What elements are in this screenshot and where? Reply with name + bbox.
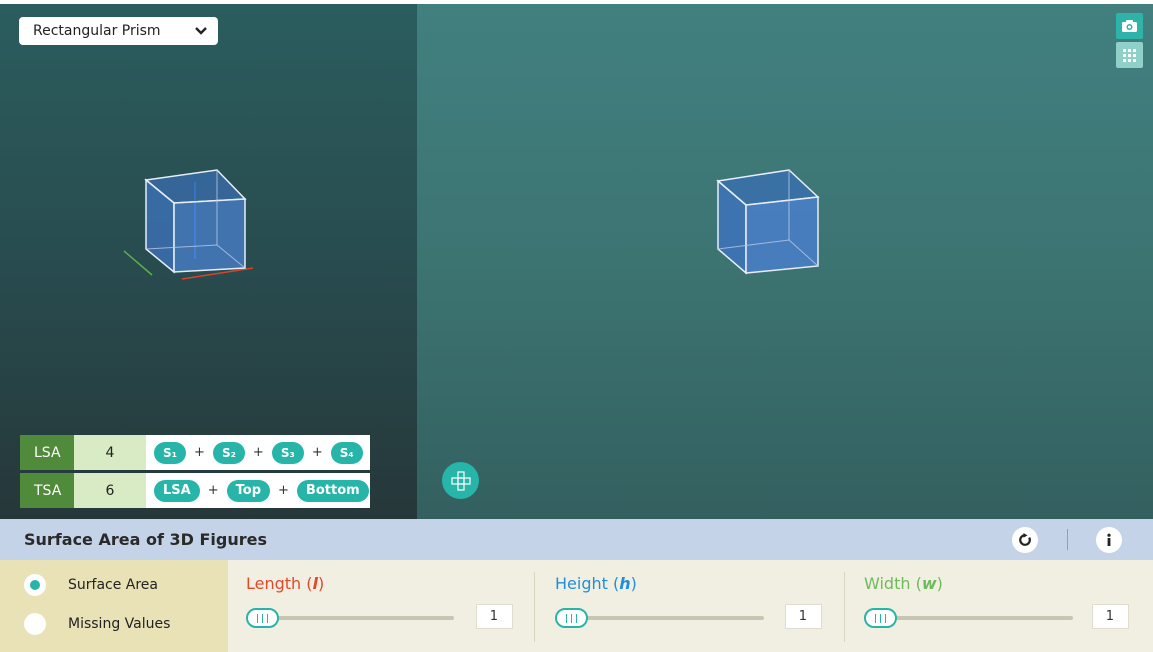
plus-sign: + (311, 445, 323, 460)
width-title: Width (w) (864, 574, 943, 593)
tsa-expression: LSA + Top + Bottom (146, 473, 370, 508)
length-var: l (312, 574, 318, 593)
unfold-net-button[interactable] (442, 462, 479, 499)
camera-icon (1122, 20, 1137, 32)
lsa-formula-row: LSA 4 S₁ + S₂ + S₃ + S₄ (20, 435, 370, 470)
side-s1-pill[interactable]: S₁ (154, 441, 186, 464)
mode-label: Surface Area (68, 577, 159, 593)
info-icon (1107, 533, 1111, 546)
chevron-down-icon (195, 27, 207, 35)
top-pill[interactable]: Top (226, 479, 271, 502)
net-view-icon (450, 470, 471, 491)
plus-sign: + (194, 445, 205, 460)
lsa-pill[interactable]: LSA (154, 479, 200, 502)
side-s4-pill[interactable]: S₄ (330, 441, 363, 464)
length-value-input[interactable]: 1 (476, 604, 513, 629)
dimension-sliders: Length (l) 1 Height (h) 1 Width (w) 1 (228, 560, 1153, 652)
tsa-formula-row: TSA 6 LSA + Top + Bottom (20, 473, 370, 508)
lsa-label: LSA (20, 435, 74, 470)
tsa-value: 6 (74, 473, 146, 508)
3d-view-panel[interactable]: Rectangular Prism LSA 4 S₁ + S₂ + S₃ + S… (0, 4, 417, 519)
plus-sign: + (252, 445, 264, 460)
info-button[interactable] (1096, 527, 1122, 553)
mode-surface-area-radio[interactable]: Surface Area (24, 574, 158, 596)
length-slider-group: Length (l) 1 (228, 560, 534, 652)
height-slider-group: Height (h) 1 (537, 560, 846, 652)
width-slider-handle[interactable] (864, 608, 897, 628)
height-title: Height (h) (555, 574, 637, 593)
lsa-expression: S₁ + S₂ + S₃ + S₄ (146, 435, 370, 470)
height-var: h (619, 574, 631, 593)
net-view-panel[interactable] (417, 4, 1153, 519)
mode-missing-values-radio[interactable]: Missing Values (24, 613, 170, 635)
lsa-value: 4 (74, 435, 146, 470)
shape-dropdown-value: Rectangular Prism (33, 23, 161, 39)
height-slider-handle[interactable] (555, 608, 588, 628)
z-axis-line (123, 250, 153, 276)
length-title: Length (l) (246, 574, 325, 593)
width-value-input[interactable]: 1 (1092, 604, 1129, 629)
grid-icon (1123, 48, 1136, 62)
radio-selected-icon (24, 574, 46, 596)
side-s2-pill[interactable]: S₂ (212, 441, 245, 464)
panel-header: Surface Area of 3D Figures (0, 519, 1153, 560)
length-label: Length (246, 574, 302, 593)
radio-unselected-icon (24, 613, 46, 635)
slider-divider (844, 572, 845, 642)
mode-label: Missing Values (68, 616, 171, 632)
bottom-pill[interactable]: Bottom (296, 479, 369, 502)
tsa-label: TSA (20, 473, 74, 508)
width-label: Width (864, 574, 911, 593)
width-var: w (921, 574, 937, 593)
width-slider-group: Width (w) 1 (846, 560, 1153, 652)
height-value-input[interactable]: 1 (785, 604, 822, 629)
header-divider (1067, 529, 1068, 550)
reset-icon (1019, 533, 1031, 546)
mode-panel: Surface Area Missing Values (0, 560, 228, 652)
slider-divider (534, 572, 535, 642)
grid-toggle-button[interactable] (1116, 42, 1143, 68)
shape-dropdown[interactable]: Rectangular Prism (19, 17, 218, 45)
plus-sign: + (278, 483, 289, 498)
camera-button[interactable] (1116, 13, 1143, 39)
height-label: Height (555, 574, 608, 593)
cube-net-view[interactable] (417, 4, 1153, 519)
plus-sign: + (207, 483, 219, 498)
length-slider-handle[interactable] (246, 608, 279, 628)
side-s3-pill[interactable]: S₃ (271, 441, 304, 464)
reset-button[interactable] (1012, 527, 1038, 553)
panel-title: Surface Area of 3D Figures (24, 530, 267, 549)
app-root: Rectangular Prism LSA 4 S₁ + S₂ + S₃ + S… (0, 0, 1153, 652)
